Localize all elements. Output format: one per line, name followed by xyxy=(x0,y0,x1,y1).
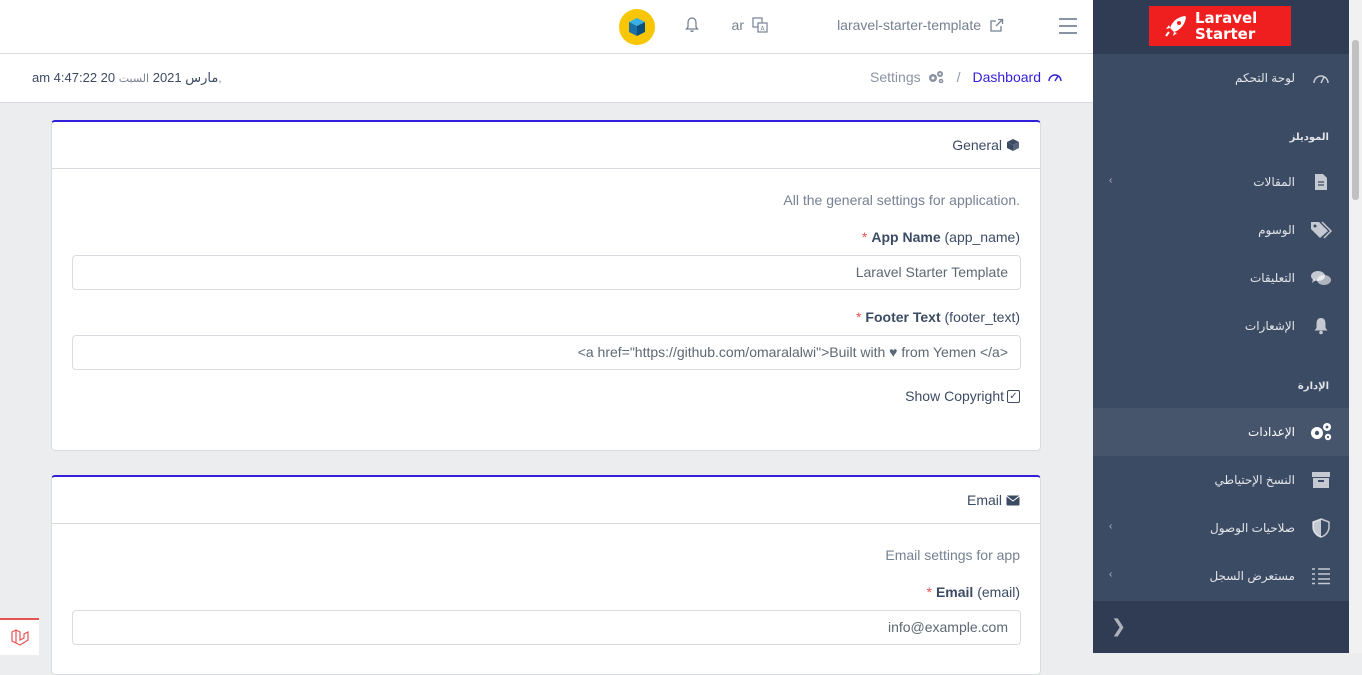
footer-text-label: * Footer Text (footer_text) xyxy=(856,309,1020,325)
current-datetime: am 4:47:22 20 مارس 2021 السبت, xyxy=(32,70,221,86)
breadcrumb: Settings / Dashboard xyxy=(870,69,1063,85)
sidebar: Laravel Starter لوحة التحكم الموديلز ‹ ا… xyxy=(1093,0,1349,653)
chevron-left-icon: ‹ xyxy=(1109,175,1113,186)
file-icon xyxy=(1309,171,1333,193)
email-key: (email) xyxy=(977,584,1020,600)
shield-icon xyxy=(1309,517,1333,539)
language-switcher[interactable]: ar A xyxy=(732,17,768,33)
brand-line-2: Starter xyxy=(1195,25,1256,43)
sidebar-toggle-hamburger-icon[interactable] xyxy=(1059,18,1077,39)
sidebar-scrollbar[interactable] xyxy=(1349,0,1362,653)
external-link-icon xyxy=(990,18,1004,32)
scrollbar-thumb[interactable] xyxy=(1352,40,1359,200)
laravel-debugbar-icon[interactable] xyxy=(0,618,39,655)
sidebar-item-label: الوسوم xyxy=(1258,223,1295,237)
cogs-icon xyxy=(1309,421,1333,443)
sidebar-minimizer[interactable]: ❯ xyxy=(1093,601,1349,653)
translate-icon: A xyxy=(752,17,768,33)
speedometer-icon xyxy=(1048,74,1062,82)
sidebar-item-notifications[interactable]: الإشعارات xyxy=(1093,302,1349,350)
brand-text: Laravel Starter xyxy=(1195,10,1257,42)
sidebar-item-backups[interactable]: النسخ الإحتياطي xyxy=(1093,456,1349,504)
cogs-icon xyxy=(928,71,943,84)
top-header: ar A laravel-starter-template xyxy=(0,0,1093,54)
sidebar-item-label: المقالات xyxy=(1253,175,1295,189)
breadcrumb-settings: Settings xyxy=(870,69,921,85)
email-settings-card: Email Email settings for app * Email (ema… xyxy=(51,475,1041,675)
sidebar-item-comments[interactable]: التعليقات xyxy=(1093,254,1349,302)
sidebar-item-tags[interactable]: الوسوم xyxy=(1093,206,1349,254)
cube-avatar-icon xyxy=(629,18,645,36)
sidebar-section-admin: الإدارة xyxy=(1297,381,1329,392)
required-mark: * xyxy=(855,309,862,325)
sidebar-brand: Laravel Starter xyxy=(1093,0,1349,54)
breadcrumb-separator: / xyxy=(956,69,961,85)
email-description: Email settings for app xyxy=(885,547,1020,563)
app-name-label: * App Name (app_name) xyxy=(862,229,1020,245)
general-description: All the general settings for application… xyxy=(783,192,1020,208)
sidebar-item-label: لوحة التحكم xyxy=(1234,71,1295,85)
footer-text-label-text: Footer Text xyxy=(865,309,941,325)
app-name-label-text: App Name xyxy=(871,229,941,245)
general-settings-card: General All the general settings for app… xyxy=(51,120,1041,451)
speedometer-icon xyxy=(1309,67,1333,89)
sidebar-item-settings[interactable]: الإعدادات xyxy=(1093,408,1349,456)
brand-line-1: Laravel xyxy=(1195,9,1258,27)
content-scroll-gutter xyxy=(1063,103,1093,653)
user-avatar[interactable] xyxy=(619,9,655,45)
laravel-starter-logo[interactable]: Laravel Starter xyxy=(1149,6,1291,46)
show-copyright-checkbox-row[interactable]: Show Copyright ✓ xyxy=(905,388,1020,404)
breadcrumb-dashboard-link[interactable]: Dashboard xyxy=(973,69,1042,85)
footer-text-input[interactable]: <a href="https://github.com/omaralalwi">… xyxy=(72,335,1021,370)
breadcrumb-bar: Settings / Dashboard am 4:47:22 20 مارس … xyxy=(0,54,1093,103)
email-label: * Email (email) xyxy=(927,584,1020,600)
cube-icon xyxy=(1007,139,1019,151)
app-name-input[interactable]: Laravel Starter Template xyxy=(72,255,1021,290)
app-link-label: laravel-starter-template xyxy=(837,17,981,33)
list-icon xyxy=(1309,565,1333,587)
email-card-header: Email xyxy=(52,477,1040,524)
sidebar-item-label: التعليقات xyxy=(1249,271,1295,285)
comments-icon xyxy=(1309,267,1333,289)
email-input[interactable]: info@example.com xyxy=(72,610,1021,645)
required-mark: * xyxy=(861,229,868,245)
sidebar-item-label: النسخ الإحتياطي xyxy=(1214,473,1295,487)
sidebar-section-modules: الموديلز xyxy=(1289,132,1329,143)
sidebar-item-label: الإعدادات xyxy=(1248,425,1295,439)
envelope-icon xyxy=(1006,495,1020,505)
sidebar-item-dashboard[interactable]: لوحة التحكم xyxy=(1093,54,1349,102)
language-label: ar xyxy=(731,17,744,33)
sidebar-item-logs[interactable]: ‹ مستعرض السجل xyxy=(1093,552,1349,600)
sidebar-item-label: صلاحيات الوصول xyxy=(1210,521,1295,535)
chevron-left-icon: ‹ xyxy=(1109,569,1113,580)
sidebar-item-label: الإشعارات xyxy=(1244,319,1295,333)
app-name-key: (app_name) xyxy=(944,229,1021,245)
footer-text-key: (footer_text) xyxy=(944,309,1020,325)
show-copyright-label: Show Copyright xyxy=(905,388,1004,404)
app-external-link[interactable]: laravel-starter-template xyxy=(837,17,1004,33)
show-copyright-checkbox[interactable]: ✓ xyxy=(1007,389,1020,403)
sidebar-item-label: مستعرض السجل xyxy=(1209,569,1295,583)
notifications-bell-icon[interactable] xyxy=(685,17,699,38)
tags-icon xyxy=(1309,219,1333,241)
general-card-title: General xyxy=(952,137,1002,153)
chevron-left-icon: ‹ xyxy=(1109,521,1113,532)
required-mark: * xyxy=(926,584,932,600)
archive-icon xyxy=(1309,469,1333,491)
chevron-right-icon[interactable]: ❯ xyxy=(1111,616,1126,637)
sidebar-item-posts[interactable]: ‹ المقالات xyxy=(1093,158,1349,206)
sidebar-item-access[interactable]: ‹ صلاحيات الوصول xyxy=(1093,504,1349,552)
bell-icon xyxy=(1309,315,1333,337)
general-card-header: General xyxy=(52,122,1040,169)
email-label-text: Email xyxy=(935,584,974,600)
rocket-icon xyxy=(1165,16,1186,37)
email-card-title: Email xyxy=(966,492,1002,508)
time-text: am 4:47:22 xyxy=(32,70,98,85)
